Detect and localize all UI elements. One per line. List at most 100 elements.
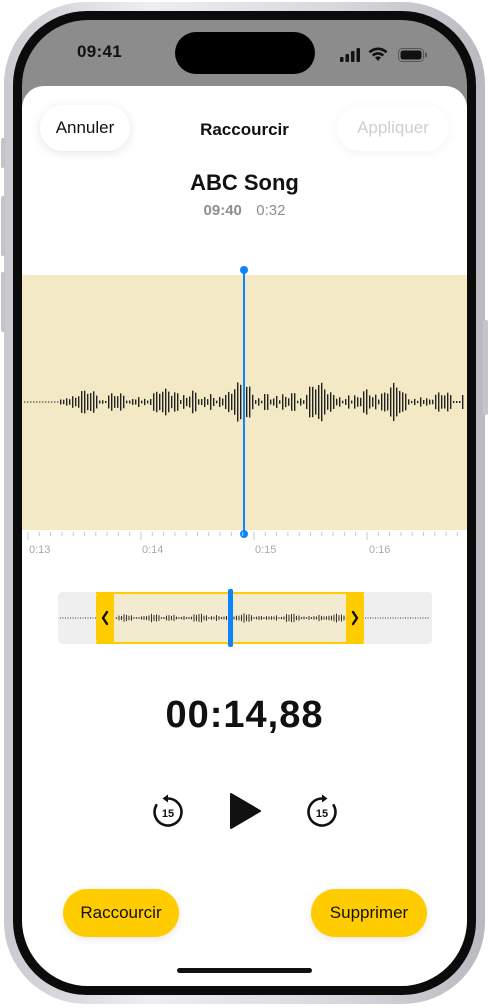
- selected-waveform-bar: [171, 615, 172, 621]
- overview-waveform-bar: [417, 617, 419, 619]
- selected-waveform-bar: [141, 616, 142, 620]
- selected-waveform-bar: [153, 615, 155, 621]
- waveform-bar: [264, 393, 266, 411]
- selected-waveform-bar: [201, 613, 202, 623]
- waveform-bar: [138, 397, 140, 407]
- overview-waveform-bar: [422, 617, 424, 619]
- waveform-bar: [321, 382, 323, 422]
- waveform-bar: [267, 394, 269, 410]
- trim-handle-right[interactable]: [346, 592, 364, 644]
- screen: 09:41 Annuler Raccourcir Appliquer ABC S…: [22, 20, 467, 986]
- waveform-bar: [396, 387, 398, 417]
- tick-label: 0:16: [369, 544, 391, 556]
- waveform-bar: [270, 399, 272, 405]
- side-button-volume-down: [1, 272, 6, 332]
- waveform-bar: [78, 396, 80, 408]
- selected-waveform-bar: [301, 617, 302, 619]
- selected-waveform-bar: [188, 616, 190, 620]
- selected-waveform-bar: [308, 616, 310, 620]
- waveform-bar: [168, 391, 170, 413]
- selected-waveform-bar: [123, 614, 125, 622]
- selected-waveform-bar: [221, 616, 222, 620]
- waveform-bar: [258, 398, 260, 406]
- waveform-bar: [324, 389, 326, 415]
- waveform-bar: [75, 397, 77, 407]
- waveform-bar: [285, 396, 287, 408]
- selected-waveform-bar: [253, 617, 255, 619]
- delete-button[interactable]: Supprimer: [311, 889, 427, 937]
- overview-playhead[interactable]: [228, 589, 233, 647]
- selected-waveform-bar: [328, 615, 330, 621]
- waveform-bar: [255, 400, 257, 404]
- overview-waveform-bar: [72, 617, 74, 619]
- battery-icon: [398, 48, 427, 62]
- playhead[interactable]: [238, 266, 250, 538]
- waveform-bar: [315, 389, 317, 415]
- overview-waveform-bar: [397, 617, 399, 619]
- apply-button[interactable]: Appliquer: [337, 105, 449, 151]
- selected-waveform-bar: [143, 616, 145, 620]
- overview-waveform-bar: [372, 617, 374, 619]
- selected-waveform-bar: [218, 616, 220, 620]
- status-bar: 09:41: [22, 20, 467, 88]
- waveform-bar: [162, 391, 164, 413]
- trim-handle-left[interactable]: [96, 592, 114, 644]
- side-button-power: [483, 320, 488, 415]
- waveform-bar: [189, 396, 191, 408]
- waveform-bar: [174, 392, 176, 412]
- waveform-bar: [150, 398, 152, 406]
- overview-waveform-bar: [90, 617, 91, 619]
- waveform-bar: [198, 399, 200, 405]
- overview-waveform-bar: [370, 617, 371, 619]
- recording-title: ABC Song: [190, 170, 299, 195]
- play-button[interactable]: [222, 786, 268, 836]
- overview-waveform-bar: [80, 617, 81, 619]
- waveform-bar: [318, 385, 320, 419]
- selected-waveform-bar: [136, 617, 137, 619]
- waveform-bar: [306, 394, 308, 410]
- selected-waveform-bar: [336, 613, 337, 623]
- overview-waveform-bar: [367, 617, 369, 619]
- selected-waveform-bar: [181, 616, 182, 620]
- waveform-bar: [108, 395, 110, 409]
- waveform-bar: [36, 401, 38, 403]
- chevron-left-icon: [101, 610, 109, 626]
- waveform-bar: [171, 395, 173, 409]
- overview-waveform-bar: [407, 617, 409, 619]
- waveform-bar: [435, 394, 437, 410]
- side-button-action: [1, 138, 6, 168]
- waveform-bar: [141, 400, 143, 404]
- waveform-bar: [210, 394, 212, 410]
- waveform-bar: [420, 397, 422, 407]
- waveform-bar: [291, 393, 293, 411]
- overview-waveform-bar: [67, 617, 69, 619]
- waveform-bar: [177, 393, 179, 411]
- waveform-bar: [357, 397, 359, 407]
- selected-waveform-bar: [163, 616, 165, 620]
- selected-waveform-bar: [241, 614, 242, 622]
- skip-forward-button[interactable]: 15: [302, 792, 342, 832]
- waveform-bar: [339, 397, 341, 407]
- recording-date-time: 09:40: [203, 202, 242, 219]
- waveform-bar: [459, 401, 461, 403]
- selected-waveform-bar: [286, 614, 287, 622]
- skip-back-15-icon: 15: [153, 794, 183, 827]
- home-indicator: [177, 968, 312, 973]
- selected-waveform-bar: [341, 614, 342, 622]
- selected-waveform-bar: [278, 617, 280, 619]
- selected-waveform-bar: [196, 614, 197, 622]
- overview-waveform-bar: [400, 617, 401, 619]
- trim-button[interactable]: Raccourcir: [63, 889, 179, 937]
- selected-waveform-bar: [248, 614, 250, 622]
- overview-waveform-bar: [60, 617, 61, 619]
- waveform-bar: [99, 400, 101, 404]
- selected-waveform-bar: [116, 617, 117, 619]
- waveform-bar: [234, 389, 236, 415]
- selected-waveform-bar: [226, 616, 227, 620]
- skip-back-button[interactable]: 15: [148, 792, 188, 832]
- selected-waveform-bar: [243, 613, 245, 623]
- svg-text:15: 15: [316, 808, 328, 820]
- recording-meta: 09:40 0:32: [22, 202, 467, 219]
- overview-waveform-bar: [92, 617, 94, 619]
- selected-waveform-bar: [146, 616, 147, 620]
